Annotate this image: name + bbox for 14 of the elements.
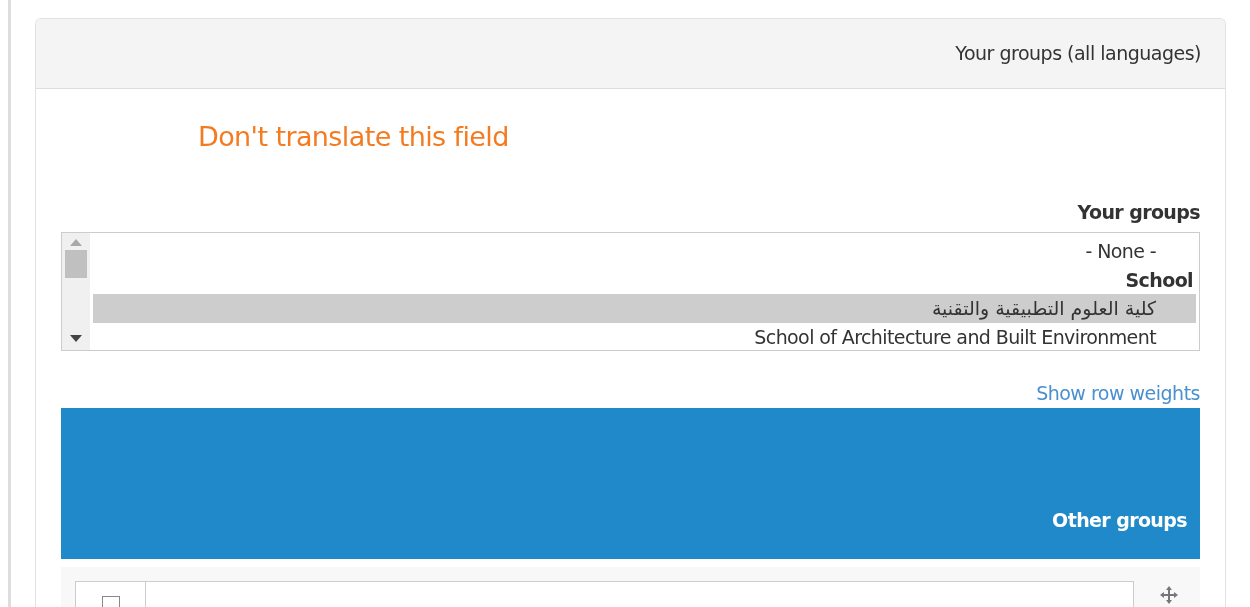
scroll-up-icon[interactable]: [70, 239, 82, 246]
panel-title: Your groups (all languages): [955, 41, 1201, 67]
list-option[interactable]: - None -: [93, 237, 1196, 266]
scrollbar-thumb[interactable]: [65, 250, 87, 278]
list-option[interactable]: كلية العلوم التطبيقية والتقنية: [93, 294, 1196, 323]
field-label: Your groups: [1076, 199, 1200, 225]
table-heading: Other groups: [1052, 508, 1187, 533]
drag-handle-icon[interactable]: [1159, 584, 1179, 605]
row-checkbox[interactable]: [101, 595, 120, 607]
list-option[interactable]: School of Architecture and Built Environment: [93, 322, 1196, 351]
group-heading: School: [1124, 267, 1194, 293]
notice-text: Don't translate this field: [198, 120, 510, 154]
scrollbar[interactable]: [62, 233, 90, 350]
scroll-down-icon[interactable]: [70, 335, 82, 342]
